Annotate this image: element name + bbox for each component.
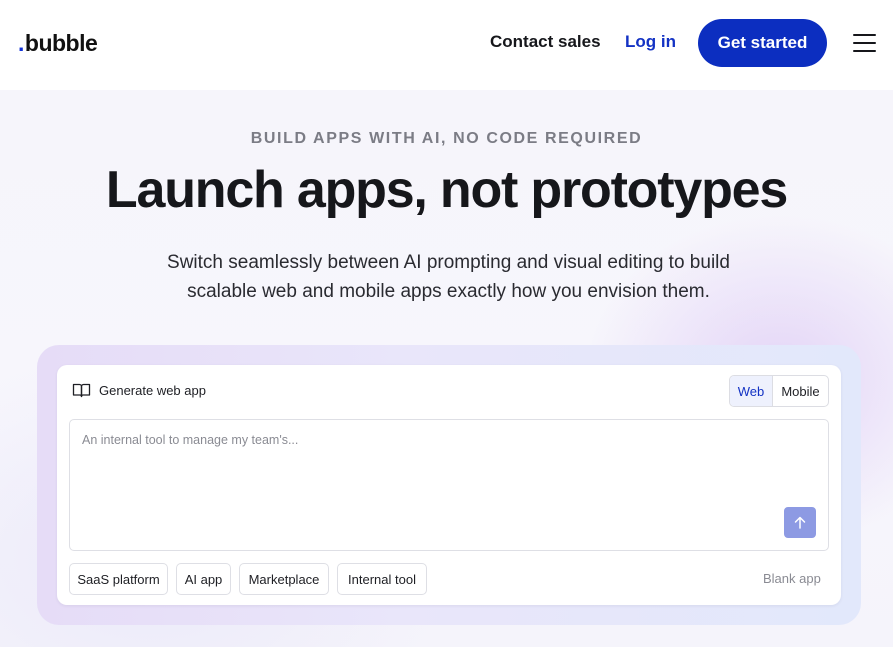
- suggestion-internal-tool[interactable]: Internal tool: [337, 563, 427, 595]
- generator-title: Generate web app: [99, 383, 206, 398]
- suggestion-saas-platform[interactable]: SaaS platform: [69, 563, 168, 595]
- hero-section: BUILD APPS WITH AI, NO CODE REQUIRED Lau…: [0, 90, 893, 647]
- send-prompt-button[interactable]: [784, 507, 816, 538]
- log-in-link[interactable]: Log in: [625, 32, 676, 52]
- app-generator-card: Generate web app Web Mobile SaaS platfor…: [57, 365, 841, 605]
- app-generator-panel: Generate web app Web Mobile SaaS platfor…: [37, 345, 861, 625]
- hero-headline: Launch apps, not prototypes: [105, 161, 788, 219]
- book-open-icon: [72, 383, 91, 398]
- platform-mobile-option[interactable]: Mobile: [773, 376, 828, 406]
- arrow-up-icon: [794, 516, 806, 529]
- blank-app-link[interactable]: Blank app: [763, 571, 821, 586]
- suggestion-ai-app[interactable]: AI app: [176, 563, 231, 595]
- hero-subtitle: Switch seamlessly between AI prompting a…: [167, 252, 730, 302]
- hamburger-menu-icon[interactable]: [853, 33, 876, 53]
- prompt-box: [69, 419, 829, 551]
- logo-text: bubble: [24, 30, 98, 56]
- platform-toggle: Web Mobile: [729, 375, 829, 407]
- top-navigation-bar: .bubble Contact sales Log in Get started: [0, 0, 893, 90]
- hero-eyebrow: BUILD APPS WITH AI, NO CODE REQUIRED: [250, 130, 643, 147]
- contact-sales-link[interactable]: Contact sales: [490, 32, 601, 52]
- logo-dot: .: [18, 30, 24, 56]
- suggestion-marketplace[interactable]: Marketplace: [239, 563, 329, 595]
- bubble-logo[interactable]: .bubble: [18, 30, 98, 57]
- get-started-button[interactable]: Get started: [698, 19, 827, 67]
- platform-web-option[interactable]: Web: [730, 376, 773, 406]
- prompt-input[interactable]: [70, 420, 828, 550]
